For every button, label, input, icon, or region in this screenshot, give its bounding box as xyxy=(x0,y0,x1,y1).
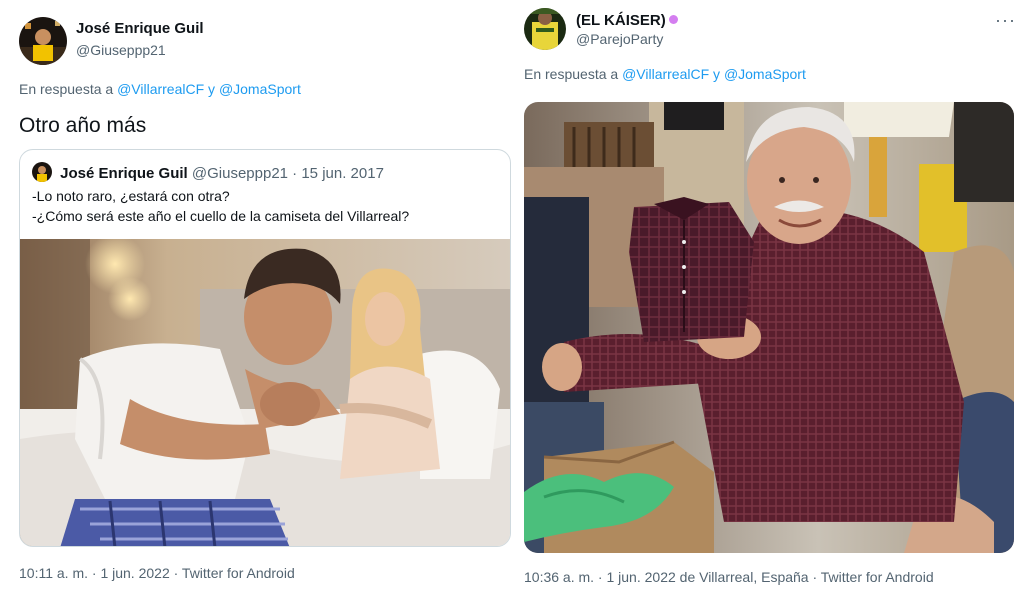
more-options-icon[interactable]: ··· xyxy=(995,10,1016,31)
author-avatar[interactable] xyxy=(19,17,67,65)
quoted-separator: · xyxy=(292,165,298,182)
quoted-author-name: José Enrique Guil xyxy=(60,165,188,182)
quoted-tweet-photo[interactable] xyxy=(20,239,510,546)
author-avatar[interactable] xyxy=(524,8,566,50)
tweet-timestamp[interactable]: 10:11 a. m. · 1 jun. 2022 · Twitter for … xyxy=(19,565,295,581)
author-handle[interactable]: @Giuseppp21 xyxy=(76,42,166,58)
reply-link-joma[interactable]: @JomaSport xyxy=(219,81,301,97)
quoted-author-handle: @Giuseppp21 xyxy=(191,165,288,182)
reply-conjunction: y xyxy=(713,66,721,82)
quoted-text-line-1: -Lo noto raro, ¿estará con otra? xyxy=(32,188,230,204)
tweet-text: Otro año más xyxy=(19,114,147,137)
reply-prefix: En respuesta a xyxy=(524,66,619,82)
author-name-text: (EL KÁISER) xyxy=(576,12,666,29)
profile-badge-icon xyxy=(668,15,678,24)
reply-context: En respuesta a @VillarrealCF y @JomaSpor… xyxy=(19,81,301,97)
tweet-right: (EL KÁISER) @ParejoParty ··· En respuest… xyxy=(515,0,1030,600)
author-name[interactable]: (EL KÁISER) xyxy=(576,12,678,29)
tweet-left: José Enrique Guil @Giuseppp21 En respues… xyxy=(0,0,515,600)
quoted-author-avatar xyxy=(32,162,52,182)
tweet-photo[interactable] xyxy=(524,102,1014,553)
quoted-text-line-2: -¿Cómo será este año el cuello de la cam… xyxy=(32,208,410,224)
quoted-tweet-header: José Enrique Guil @Giuseppp21 · 15 jun. … xyxy=(32,162,384,182)
reply-link-villarreal[interactable]: @VillarrealCF xyxy=(622,66,709,82)
reply-context: En respuesta a @VillarrealCF y @JomaSpor… xyxy=(524,66,806,82)
author-name[interactable]: José Enrique Guil xyxy=(76,20,204,37)
author-handle[interactable]: @ParejoParty xyxy=(576,31,663,47)
quoted-tweet[interactable]: José Enrique Guil @Giuseppp21 · 15 jun. … xyxy=(19,149,511,547)
reply-conjunction: y xyxy=(208,81,216,97)
reply-prefix: En respuesta a xyxy=(19,81,114,97)
tweet-timestamp[interactable]: 10:36 a. m. · 1 jun. 2022 de Villarreal,… xyxy=(524,569,934,585)
quoted-date: 15 jun. 2017 xyxy=(301,165,384,182)
reply-link-villarreal[interactable]: @VillarrealCF xyxy=(117,81,204,97)
reply-link-joma[interactable]: @JomaSport xyxy=(724,66,806,82)
